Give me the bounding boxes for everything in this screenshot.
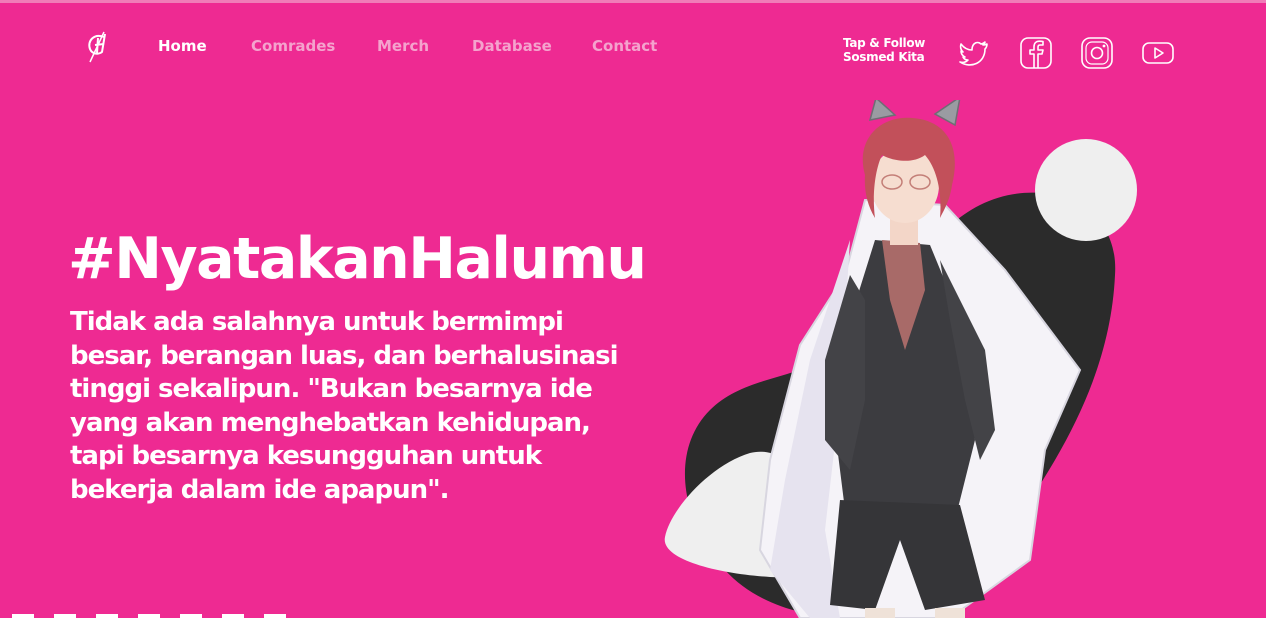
- hero-title: #NyatakanHalumu: [68, 226, 647, 292]
- nav-database[interactable]: Database: [472, 37, 552, 55]
- nav-contact[interactable]: Contact: [592, 37, 657, 55]
- light-blob-top: [1035, 139, 1137, 241]
- slide-dot[interactable]: [138, 614, 160, 618]
- follow-line-1: Tap & Follow: [843, 36, 926, 50]
- character-ear-right: [933, 95, 962, 127]
- hero-text: Tidak ada salahnya untuk bermimpi besar,…: [70, 307, 619, 505]
- slide-dot[interactable]: [54, 614, 76, 618]
- brand-logo[interactable]: [84, 28, 112, 64]
- navbar: Home Comrades Merch Database Contact Tap…: [0, 0, 1266, 90]
- youtube-icon[interactable]: [1141, 36, 1175, 70]
- follow-line-2: Sosmed Kita: [843, 50, 925, 64]
- character-ear-left: [868, 96, 897, 121]
- instagram-icon[interactable]: [1080, 36, 1114, 70]
- slide-dot[interactable]: [264, 614, 286, 618]
- logo-mark-icon: [88, 31, 106, 63]
- hero-illustration: [650, 95, 1170, 618]
- follow-caption: Tap & Follow Sosmed Kita: [843, 36, 938, 64]
- nav-merch[interactable]: Merch: [377, 37, 429, 55]
- nav-home[interactable]: Home: [158, 37, 207, 55]
- facebook-icon[interactable]: [1019, 36, 1053, 70]
- nav-comrades[interactable]: Comrades: [251, 37, 335, 55]
- slide-dot[interactable]: [180, 614, 202, 618]
- twitter-icon[interactable]: [957, 36, 991, 70]
- slide-dot[interactable]: [96, 614, 118, 618]
- slide-dot[interactable]: [222, 614, 244, 618]
- slide-dot[interactable]: [12, 614, 34, 618]
